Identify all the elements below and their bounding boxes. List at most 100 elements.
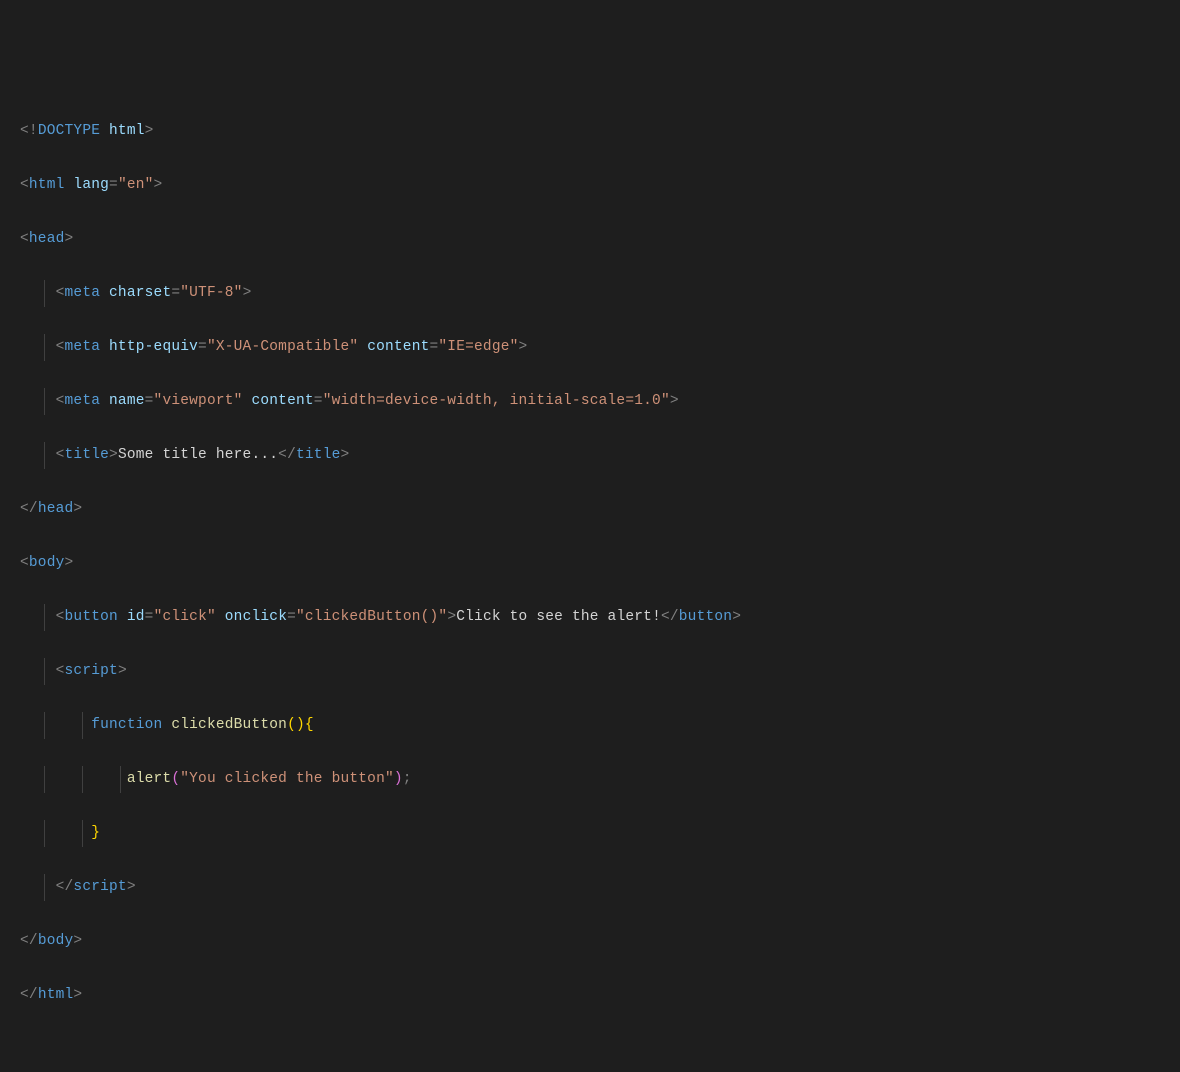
code-line[interactable]: alert("You clicked the button"); (20, 766, 1160, 793)
tag-meta: meta (65, 339, 101, 355)
indent-guide (44, 820, 45, 847)
punct: > (447, 609, 456, 625)
string: "X-UA-Compatible" (207, 339, 358, 355)
punct: = (198, 339, 207, 355)
space (100, 393, 109, 409)
code-line[interactable]: <meta charset="UTF-8"> (20, 280, 1160, 307)
string: "click" (154, 609, 216, 625)
doctype: DOCTYPE (38, 123, 100, 139)
tag-html: html (29, 177, 65, 193)
punct: = (109, 177, 118, 193)
punct: > (118, 663, 127, 679)
punct: > (127, 879, 136, 895)
punct: > (73, 501, 82, 517)
space (100, 285, 109, 301)
paren-open: ( (287, 717, 296, 733)
space (118, 609, 127, 625)
tag-title: title (65, 447, 110, 463)
punct: < (20, 555, 29, 571)
tag-head: head (38, 501, 74, 517)
punct: > (73, 933, 82, 949)
tag-script: script (73, 879, 126, 895)
string: "width=device-width, initial-scale=1.0" (323, 393, 670, 409)
paren-close: ) (296, 717, 305, 733)
button-text: Click to see the alert! (456, 609, 661, 625)
function-name: clickedButton (171, 717, 287, 733)
punct: = (145, 609, 154, 625)
tag-button: button (679, 609, 732, 625)
attr-id: id (127, 609, 145, 625)
punct: <! (20, 123, 38, 139)
tag-button: button (65, 609, 118, 625)
punct: = (171, 285, 180, 301)
punct: < (56, 393, 65, 409)
code-line[interactable]: <meta name="viewport" content="width=dev… (20, 388, 1160, 415)
punct: < (56, 663, 65, 679)
paren-close: ) (394, 771, 403, 787)
string: "UTF-8" (180, 285, 242, 301)
attr-onclick: onclick (225, 609, 287, 625)
title-text: Some title here... (118, 447, 278, 463)
attr-charset: charset (109, 285, 171, 301)
indent-guide (120, 766, 121, 793)
code-line[interactable]: </head> (20, 496, 1160, 523)
code-line[interactable]: </script> (20, 874, 1160, 901)
punct: > (732, 609, 741, 625)
punct: < (56, 609, 65, 625)
code-line[interactable]: <body> (20, 550, 1160, 577)
punct: > (519, 339, 528, 355)
function-alert: alert (127, 771, 172, 787)
tag-script: script (65, 663, 118, 679)
indent-guide (44, 658, 45, 685)
string: "en" (118, 177, 154, 193)
code-line[interactable]: <script> (20, 658, 1160, 685)
attr-name: name (109, 393, 145, 409)
indent-guide (82, 712, 83, 739)
attr-content: content (367, 339, 429, 355)
tag-head: head (29, 231, 65, 247)
code-line[interactable]: function clickedButton(){ (20, 712, 1160, 739)
tag-meta: meta (65, 393, 101, 409)
code-line[interactable]: <meta http-equiv="X-UA-Compatible" conte… (20, 334, 1160, 361)
indent-guide (44, 442, 45, 469)
indent-guide (44, 280, 45, 307)
code-line[interactable]: <head> (20, 226, 1160, 253)
punct: > (65, 555, 74, 571)
code-line[interactable]: </body> (20, 928, 1160, 955)
code-line[interactable]: <html lang="en"> (20, 172, 1160, 199)
punct: </ (20, 501, 38, 517)
indent-guide (44, 712, 45, 739)
code-line[interactable]: } (20, 820, 1160, 847)
code-line[interactable]: </html> (20, 982, 1160, 1009)
code-line[interactable]: <!DOCTYPE html> (20, 118, 1160, 145)
brace-close: } (91, 825, 100, 841)
punct: > (145, 123, 154, 139)
punct: </ (20, 987, 38, 1003)
space (100, 339, 109, 355)
space (216, 609, 225, 625)
punct: > (65, 231, 74, 247)
string: "You clicked the button" (180, 771, 394, 787)
punct: = (287, 609, 296, 625)
punct: </ (278, 447, 296, 463)
code-line[interactable]: <button id="click" onclick="clickedButto… (20, 604, 1160, 631)
indent-guide (82, 766, 83, 793)
semicolon: ; (403, 771, 412, 787)
punct: </ (56, 879, 74, 895)
punct: </ (20, 933, 38, 949)
keyword-function: function (91, 717, 162, 733)
code-line[interactable]: <title>Some title here...</title> (20, 442, 1160, 469)
punct: = (314, 393, 323, 409)
string: "IE=edge" (438, 339, 518, 355)
tag-title: title (296, 447, 341, 463)
punct: < (56, 339, 65, 355)
punct: > (154, 177, 163, 193)
indent-guide (44, 388, 45, 415)
tag-body: body (38, 933, 74, 949)
string: "viewport" (154, 393, 243, 409)
indent-guide (44, 334, 45, 361)
punct: = (145, 393, 154, 409)
punct: > (243, 285, 252, 301)
punct: < (20, 231, 29, 247)
tag-meta: meta (65, 285, 101, 301)
